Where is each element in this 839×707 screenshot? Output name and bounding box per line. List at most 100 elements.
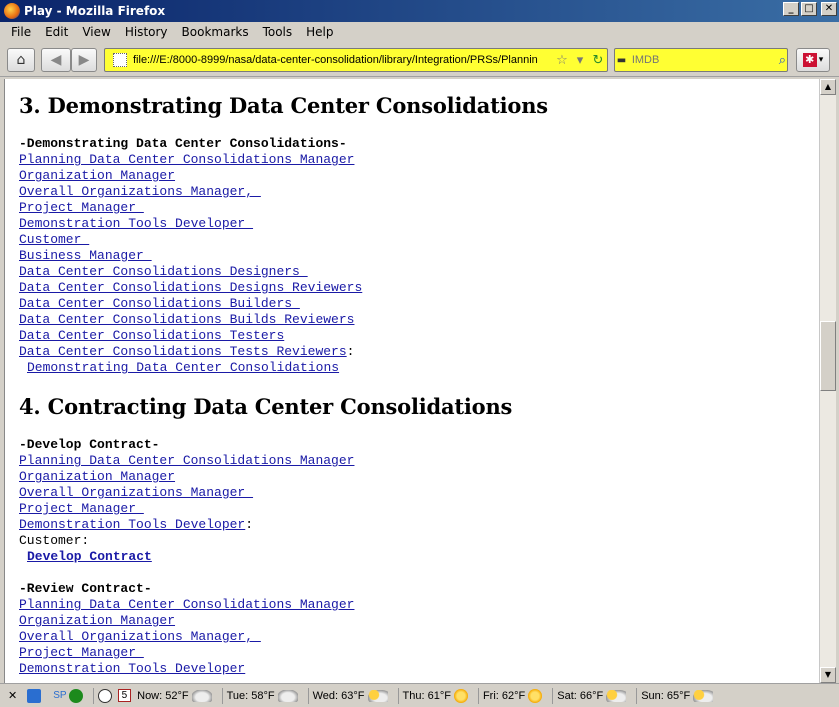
back-button[interactable]: ◀ bbox=[41, 48, 71, 72]
activity-link[interactable]: Demonstrating Data Center Consolidations bbox=[27, 360, 339, 375]
addon-dropdown-icon: ▾ bbox=[818, 55, 824, 65]
weather-label: Now: 52°F bbox=[137, 689, 189, 702]
role-link[interactable]: Business Manager bbox=[19, 248, 152, 263]
role-link[interactable]: Data Center Consolidations Testers bbox=[19, 328, 284, 343]
role-link[interactable]: Planning Data Center Consolidations Mana… bbox=[19, 597, 354, 612]
scroll-thumb[interactable] bbox=[820, 321, 836, 391]
weather-forecast-item[interactable]: Sun: 65°F bbox=[641, 689, 714, 702]
role-link[interactable]: Project Manager bbox=[19, 645, 144, 660]
close-addon-bar-icon[interactable]: ✕ bbox=[8, 689, 17, 702]
role-link[interactable]: Planning Data Center Consolidations Mana… bbox=[19, 152, 354, 167]
sun-icon bbox=[528, 688, 543, 703]
menu-edit[interactable]: Edit bbox=[38, 25, 75, 39]
role-link[interactable]: Demonstration Tools Developer bbox=[19, 661, 245, 676]
sp-icon[interactable]: SP bbox=[53, 690, 66, 701]
menu-tools[interactable]: Tools bbox=[256, 25, 300, 39]
scroll-up-button[interactable]: ▲ bbox=[820, 79, 836, 95]
weather-label: Sat: 66°F bbox=[557, 689, 604, 702]
status-bar: ✕ SP 5 Now: 52°F Tue: 58°F Wed: 63°F Thu: 6… bbox=[0, 683, 839, 707]
suffix: : bbox=[245, 517, 254, 532]
role-link[interactable]: Data Center Consolidations Designs Revie… bbox=[19, 280, 362, 295]
role-group: -Review Contract- Planning Data Center C… bbox=[19, 581, 809, 677]
window-controls: _ □ ✕ bbox=[783, 2, 837, 16]
menu-bookmarks[interactable]: Bookmarks bbox=[175, 25, 256, 39]
bookmark-star-icon[interactable]: ☆ bbox=[553, 53, 571, 68]
title-bar: Play - Mozilla Firefox _ □ ✕ bbox=[0, 0, 839, 22]
sun-icon bbox=[453, 688, 468, 703]
group-label: -Review Contract- bbox=[19, 581, 152, 596]
weather-forecast-item[interactable]: Wed: 63°F bbox=[312, 689, 388, 702]
addon-icon: ✱ bbox=[802, 53, 817, 67]
section-heading: 4. Contracting Data Center Consolidation… bbox=[19, 394, 513, 419]
power-icon[interactable] bbox=[68, 688, 83, 703]
menu-history[interactable]: History bbox=[118, 25, 175, 39]
group-label: -Demonstrating Data Center Consolidation… bbox=[19, 136, 347, 151]
close-button[interactable]: ✕ bbox=[821, 2, 837, 16]
weather-label: Thu: 61°F bbox=[402, 689, 451, 702]
url-text[interactable]: file:///E:/8000-8999/nasa/data-center-co… bbox=[133, 54, 553, 66]
suffix: : bbox=[346, 344, 355, 359]
search-bar: ▬ ⌕ bbox=[614, 48, 788, 72]
maximize-button[interactable]: □ bbox=[801, 2, 817, 16]
url-dropdown-icon[interactable]: ▾ bbox=[571, 53, 589, 68]
suncloud-icon bbox=[606, 689, 627, 702]
weather-forecast-item[interactable]: Thu: 61°F bbox=[402, 688, 468, 703]
menu-view[interactable]: View bbox=[75, 25, 117, 39]
role-group: -Demonstrating Data Center Consolidation… bbox=[19, 136, 809, 376]
role-link[interactable]: Organization Manager bbox=[19, 168, 175, 183]
search-input[interactable] bbox=[627, 54, 778, 66]
role-link[interactable]: Project Manager bbox=[19, 200, 144, 215]
calendar-icon[interactable]: 5 bbox=[117, 689, 132, 702]
role-link[interactable]: Demonstration Tools Developer bbox=[19, 517, 245, 532]
address-bar[interactable]: file:///E:/8000-8999/nasa/data-center-co… bbox=[104, 48, 608, 72]
suncloud-icon bbox=[367, 689, 388, 702]
home-icon: ⌂ bbox=[16, 52, 26, 68]
reload-icon[interactable]: ↻ bbox=[589, 53, 607, 68]
firefox-icon bbox=[4, 3, 20, 19]
scroll-down-button[interactable]: ▼ bbox=[820, 667, 836, 683]
clock-icon[interactable] bbox=[97, 688, 112, 703]
role-link[interactable]: Overall Organizations Manager, bbox=[19, 184, 261, 199]
role-link[interactable]: Data Center Consolidations Builders bbox=[19, 296, 300, 311]
role-link[interactable]: Organization Manager bbox=[19, 469, 175, 484]
suncloud-icon bbox=[693, 689, 714, 702]
plain-role-text: Customer: bbox=[19, 533, 90, 548]
vertical-scrollbar[interactable]: ▲ ▼ bbox=[819, 79, 836, 683]
role-link[interactable]: Overall Organizations Manager, bbox=[19, 629, 261, 644]
menu-help[interactable]: Help bbox=[299, 25, 340, 39]
role-link[interactable]: Overall Organizations Manager bbox=[19, 485, 253, 500]
role-link[interactable]: Data Center Consolidations Designers bbox=[19, 264, 308, 279]
role-link[interactable]: Organization Manager bbox=[19, 613, 175, 628]
menu-file[interactable]: File bbox=[4, 25, 38, 39]
extension-icon[interactable] bbox=[27, 688, 42, 703]
back-arrow-icon: ◀ bbox=[50, 52, 62, 68]
role-link[interactable]: Demonstration Tools Developer bbox=[19, 216, 253, 231]
cloud-icon bbox=[277, 689, 298, 702]
weather-label: Sun: 65°F bbox=[641, 689, 691, 702]
addon-button[interactable]: ✱ ▾ bbox=[796, 48, 830, 72]
window-title: Play - Mozilla Firefox bbox=[24, 4, 166, 18]
minimize-button[interactable]: _ bbox=[783, 2, 799, 16]
search-engine-icon[interactable]: ▬ bbox=[615, 55, 628, 66]
forward-button[interactable]: ▶ bbox=[71, 48, 97, 72]
activity-link[interactable]: Develop Contract bbox=[27, 549, 152, 564]
menu-bar: File Edit View History Bookmarks Tools H… bbox=[0, 22, 839, 42]
weather-forecast-item[interactable]: Tue: 58°F bbox=[227, 689, 298, 702]
page-icon bbox=[113, 53, 127, 67]
search-icon[interactable]: ⌕ bbox=[778, 53, 787, 68]
weather-forecast-item[interactable]: Now: 52°F bbox=[137, 689, 212, 702]
role-link[interactable]: Customer bbox=[19, 232, 89, 247]
weather-label: Wed: 63°F bbox=[312, 689, 365, 702]
home-button[interactable]: ⌂ bbox=[7, 48, 35, 72]
cloud-icon bbox=[191, 689, 212, 702]
navigation-toolbar: ⌂ ◀ ▶ file:///E:/8000-8999/nasa/data-cen… bbox=[0, 43, 839, 77]
role-link[interactable]: Planning Data Center Consolidations Mana… bbox=[19, 453, 354, 468]
role-link[interactable]: Data Center Consolidations Builds Review… bbox=[19, 312, 354, 327]
page-content: 3. Demonstrating Data Center Consolidati… bbox=[4, 79, 819, 683]
weather-forecast-item[interactable]: Sat: 66°F bbox=[557, 689, 627, 702]
weather-forecast-item[interactable]: Fri: 62°F bbox=[483, 688, 543, 703]
forward-arrow-icon: ▶ bbox=[78, 52, 90, 68]
role-link[interactable]: Data Center Consolidations Tests Reviewe… bbox=[19, 344, 347, 359]
section-heading: 3. Demonstrating Data Center Consolidati… bbox=[19, 93, 548, 118]
role-link[interactable]: Project Manager bbox=[19, 501, 144, 516]
